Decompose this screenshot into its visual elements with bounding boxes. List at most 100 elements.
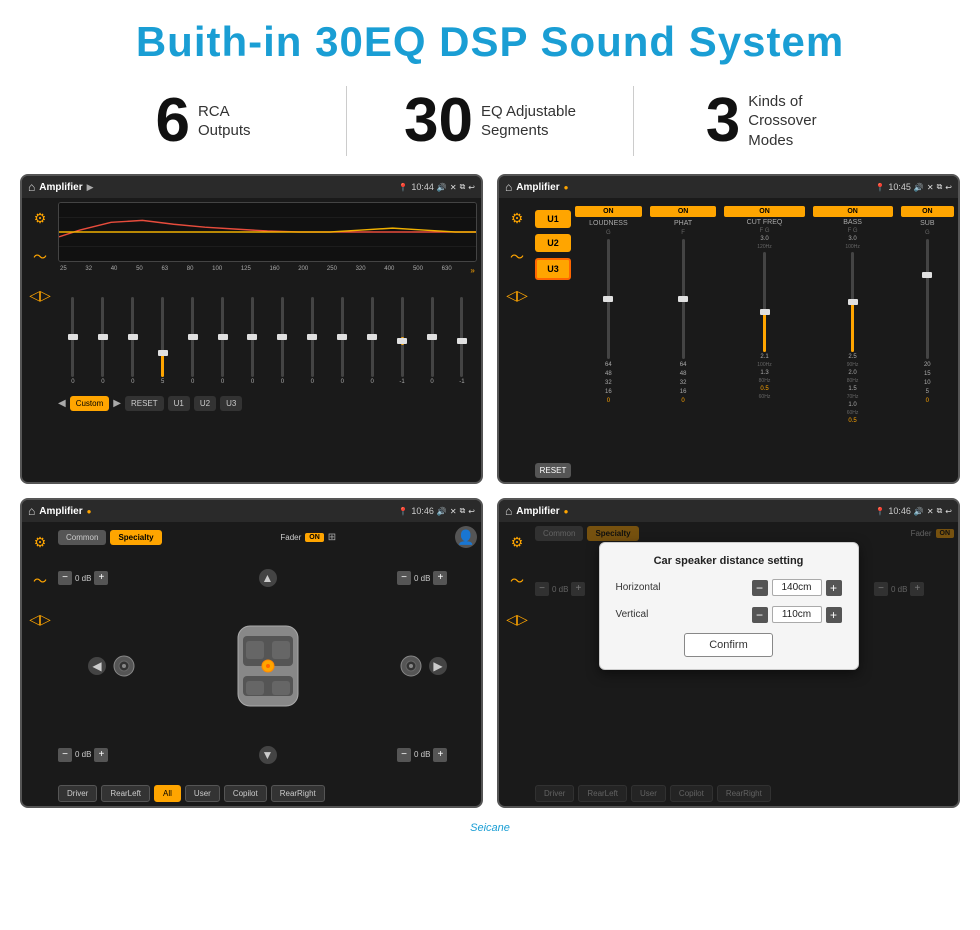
slider-4: 5 (155, 297, 171, 385)
horizontal-minus[interactable]: − (752, 580, 768, 596)
x-icon-1[interactable]: ✕ (450, 183, 457, 192)
speaker-left-icon (110, 652, 138, 680)
db-minus-tr[interactable]: − (397, 571, 411, 585)
speaker-icon-4[interactable]: ◁▷ (506, 611, 528, 628)
home-icon-4[interactable]: ⌂ (505, 504, 512, 518)
bg-db-plus-1: + (571, 582, 585, 596)
slider-6: 0 (215, 297, 231, 385)
db-topleft: − 0 dB + (58, 571, 138, 585)
u2-preset[interactable]: U2 (535, 234, 571, 252)
horizontal-ctrl: − 140cm + (752, 579, 842, 596)
location-icon-4: 📍 (875, 507, 885, 516)
u2-btn-1[interactable]: U2 (194, 396, 216, 411)
common-tab[interactable]: Common (58, 530, 106, 545)
user-icon-btn[interactable]: 👤 (455, 526, 477, 548)
eq-controls: ◀ Custom ▶ RESET U1 U2 U3 (58, 393, 477, 414)
rearright-btn[interactable]: RearRight (271, 785, 325, 802)
speaker-icon-3[interactable]: ◁▷ (29, 611, 51, 628)
db-plus-tl[interactable]: + (94, 571, 108, 585)
vertical-label: Vertical (616, 609, 676, 620)
window-icon-4[interactable]: ⧉ (937, 506, 943, 516)
back-icon-4[interactable]: ↩ (945, 507, 952, 516)
vertical-plus[interactable]: + (826, 607, 842, 623)
db-plus-bl[interactable]: + (94, 748, 108, 762)
window-icon-1[interactable]: ⧉ (460, 182, 466, 192)
screen-common: ⌂ Amplifier ● 📍 10:46 🔊 ✕ ⧉ ↩ ⚙ 〜 ◁▷ (20, 498, 483, 808)
home-icon-1[interactable]: ⌂ (28, 180, 35, 194)
horizontal-value: 140cm (772, 579, 822, 596)
u3-btn-1[interactable]: U3 (220, 396, 242, 411)
db-topright: − 0 dB + (397, 571, 477, 585)
home-icon-2[interactable]: ⌂ (505, 180, 512, 194)
slider-7: 0 (244, 297, 260, 385)
eq-next-btn[interactable]: ▶ (113, 398, 121, 409)
x-icon-3[interactable]: ✕ (450, 507, 457, 516)
eq-icon[interactable]: ⚙ (34, 210, 47, 227)
eq-icon-2[interactable]: ⚙ (511, 210, 524, 227)
eq-prev-btn[interactable]: ◀ (58, 398, 66, 409)
eq-label: EQ AdjustableSegments (481, 102, 576, 141)
db-minus-tl[interactable]: − (58, 571, 72, 585)
u3-preset[interactable]: U3 (535, 258, 571, 280)
eq-freq-labels: 2532405063 80100125160200 25032040050063… (58, 266, 477, 275)
horizontal-label: Horizontal (616, 582, 676, 593)
slider-1: 0 (65, 297, 81, 385)
user-btn[interactable]: User (185, 785, 220, 802)
arrow-up[interactable]: ▲ (259, 569, 277, 587)
time-3: 10:46 (411, 506, 434, 516)
bg-db-plus-2: + (910, 582, 924, 596)
eq-sidebar: ⚙ 〜 ◁▷ (26, 202, 54, 478)
wave-icon-3[interactable]: 〜 (33, 571, 47, 591)
arrow-right[interactable]: ▶ (429, 657, 447, 675)
slider-3: 0 (125, 297, 141, 385)
cutfreq-toggle[interactable]: ON (724, 206, 804, 217)
phat-toggle[interactable]: ON (650, 206, 717, 217)
back-icon-1[interactable]: ↩ (468, 183, 475, 192)
back-icon-2[interactable]: ↩ (945, 183, 952, 192)
speaker-icon-2[interactable]: ◁▷ (506, 287, 528, 304)
slider-10: 0 (334, 297, 350, 385)
db-bottomright: − 0 dB + (397, 748, 477, 762)
specialty-tab[interactable]: Specialty (110, 530, 161, 545)
bg-copilot-btn: Copilot (670, 785, 713, 802)
bass-toggle[interactable]: ON (813, 206, 893, 217)
x-icon-2[interactable]: ✕ (927, 183, 934, 192)
vertical-minus[interactable]: − (752, 607, 768, 623)
reset-btn-1[interactable]: RESET (125, 396, 164, 411)
db-plus-tr[interactable]: + (433, 571, 447, 585)
horizontal-plus[interactable]: + (826, 580, 842, 596)
bg-driver-btn: Driver (535, 785, 574, 802)
u1-preset[interactable]: U1 (535, 210, 571, 228)
status-bar-3: ⌂ Amplifier ● 📍 10:46 🔊 ✕ ⧉ ↩ (22, 500, 481, 522)
speaker-icon[interactable]: ◁▷ (29, 287, 51, 304)
eq-icon-3[interactable]: ⚙ (34, 534, 47, 551)
copilot-btn[interactable]: Copilot (224, 785, 267, 802)
wave-icon-2[interactable]: 〜 (510, 247, 524, 267)
sub-toggle[interactable]: ON (901, 206, 954, 217)
x-icon-4[interactable]: ✕ (927, 507, 934, 516)
all-btn[interactable]: All (154, 785, 181, 802)
time-1: 10:44 (411, 182, 434, 192)
eq-icon-4[interactable]: ⚙ (511, 534, 524, 551)
reset-btn-2[interactable]: RESET (535, 463, 571, 478)
window-icon-2[interactable]: ⧉ (937, 182, 943, 192)
main-title: Buith-in 30EQ DSP Sound System (0, 18, 980, 66)
page-header: Buith-in 30EQ DSP Sound System (0, 0, 980, 76)
tab-row-3: Common Specialty Fader ON ⊞ 👤 (58, 526, 477, 548)
db-minus-bl[interactable]: − (58, 748, 72, 762)
arrow-left[interactable]: ◀ (88, 657, 106, 675)
loudness-toggle[interactable]: ON (575, 206, 642, 217)
arrow-down[interactable]: ▼ (259, 746, 277, 764)
rearleft-btn[interactable]: RearLeft (101, 785, 150, 802)
home-icon-3[interactable]: ⌂ (28, 504, 35, 518)
db-minus-br[interactable]: − (397, 748, 411, 762)
custom-btn[interactable]: Custom (70, 396, 110, 411)
window-icon-3[interactable]: ⧉ (460, 506, 466, 516)
confirm-button[interactable]: Confirm (684, 633, 773, 657)
u1-btn-1[interactable]: U1 (168, 396, 190, 411)
wave-icon[interactable]: 〜 (33, 247, 47, 267)
driver-btn[interactable]: Driver (58, 785, 97, 802)
wave-icon-4[interactable]: 〜 (510, 571, 524, 591)
back-icon-3[interactable]: ↩ (468, 507, 475, 516)
db-plus-br[interactable]: + (433, 748, 447, 762)
